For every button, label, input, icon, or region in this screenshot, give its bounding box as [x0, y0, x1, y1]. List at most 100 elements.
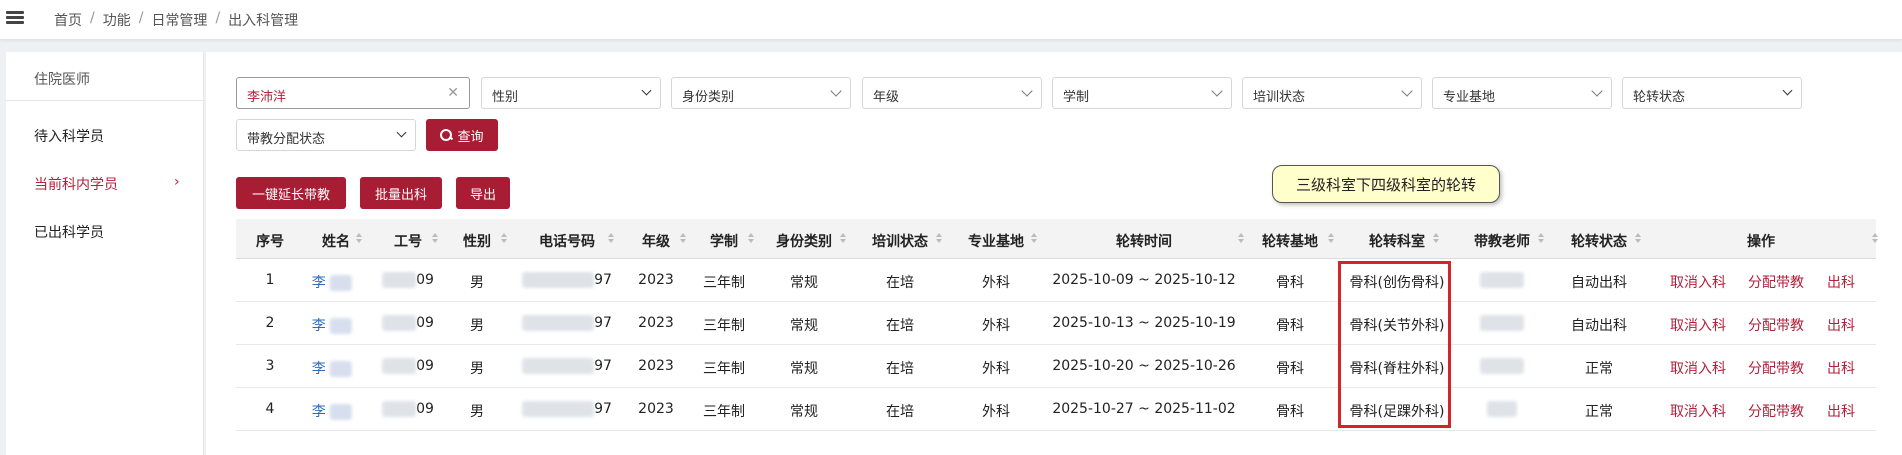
assign-teacher-link[interactable]: 分配带教 [1748, 272, 1804, 292]
cancel-entry-link[interactable]: 取消入科 [1670, 358, 1726, 378]
sort-icon[interactable] [608, 233, 614, 245]
cell-name[interactable]: 李 [312, 358, 353, 378]
col-dept[interactable]: 轮转科室 [1369, 231, 1425, 251]
sidebar-item-pending[interactable]: 待入科学员 [34, 126, 104, 146]
col-status[interactable]: 轮转状态 [1571, 231, 1627, 251]
grade-select[interactable]: 年级 [862, 77, 1042, 109]
assign-teacher-link[interactable]: 分配带教 [1748, 358, 1804, 378]
cell-emp-no: 09 [382, 401, 434, 417]
name-text: 李 [311, 275, 326, 291]
cell-phone: 97 [522, 272, 612, 288]
sort-icon[interactable] [748, 233, 754, 245]
cancel-entry-link[interactable]: 取消入科 [1670, 401, 1726, 421]
identity-select-value: 身份类别 [682, 90, 735, 105]
cell-rot-base: 骨科 [1276, 404, 1304, 420]
assign-teacher-link[interactable]: 分配带教 [1748, 401, 1804, 421]
sort-icon[interactable] [1433, 233, 1439, 245]
col-gender[interactable]: 性别 [463, 231, 491, 251]
cell-training: 在培 [886, 275, 914, 291]
cell-name[interactable]: 李 [311, 272, 353, 292]
redacted-emp-no [382, 315, 417, 331]
col-identity[interactable]: 身份类别 [776, 231, 832, 251]
col-no[interactable]: 序号 [256, 231, 284, 251]
exit-dept-link[interactable]: 出科 [1827, 401, 1855, 421]
rotation-status-select[interactable]: 轮转状态 [1622, 77, 1802, 109]
chevron-down-icon [1211, 85, 1223, 97]
sort-icon[interactable] [432, 233, 438, 245]
cell-name[interactable]: 李 [312, 315, 353, 335]
cell-system: 三年制 [703, 275, 745, 291]
cell-emp-no: 09 [382, 358, 434, 374]
identity-type-select[interactable]: 身份类别 [671, 77, 851, 109]
menu-icon[interactable] [6, 9, 24, 25]
rotation-status-select-value: 轮转状态 [1633, 90, 1686, 105]
sidebar-item-current[interactable]: 当前科内学员 › [34, 174, 180, 194]
cell-base: 外科 [982, 318, 1010, 334]
teacher-assign-select-value: 带教分配状态 [247, 132, 326, 147]
sidebar-item-label: 已出科学员 [34, 225, 104, 241]
cell-base: 外科 [982, 275, 1010, 291]
col-emp-no[interactable]: 工号 [394, 231, 422, 251]
col-system[interactable]: 学制 [710, 231, 738, 251]
cell-period: 2025-10-20 ~ 2025-10-26 [1052, 358, 1236, 374]
sort-icon[interactable] [1872, 233, 1878, 245]
sort-icon[interactable] [680, 233, 686, 245]
batch-exit-button-label: 批量出科 [374, 187, 427, 203]
clear-icon[interactable]: ✕ [447, 85, 459, 101]
training-status-select[interactable]: 培训状态 [1242, 77, 1422, 109]
redacted-name [330, 275, 353, 291]
col-period[interactable]: 轮转时间 [1116, 231, 1172, 251]
export-button[interactable]: 导出 [456, 177, 510, 209]
table-row: 4 李 09 男 97 2023 三年制 常规 在培 外科 2025-10-27… [236, 388, 1876, 431]
sort-icon[interactable] [356, 233, 362, 245]
base-select[interactable]: 专业基地 [1432, 77, 1612, 109]
exit-dept-link[interactable]: 出科 [1827, 315, 1855, 335]
query-button[interactable]: 查询 [426, 119, 498, 151]
name-search-input[interactable]: 李沛洋 ✕ [236, 77, 470, 109]
assign-teacher-link[interactable]: 分配带教 [1748, 315, 1804, 335]
cell-name[interactable]: 李 [312, 401, 353, 421]
sort-icon[interactable] [840, 233, 846, 245]
col-base[interactable]: 专业基地 [968, 231, 1024, 251]
cancel-entry-link[interactable]: 取消入科 [1670, 315, 1726, 335]
cell-rot-base: 骨科 [1276, 361, 1304, 377]
extend-teaching-button[interactable]: 一键延长带教 [236, 177, 346, 209]
cell-gender: 男 [470, 318, 484, 334]
sort-icon[interactable] [1328, 233, 1334, 245]
breadcrumb-function[interactable]: 功能 [103, 10, 131, 30]
col-name[interactable]: 姓名 [322, 231, 350, 251]
gender-select[interactable]: 性别 [481, 77, 661, 109]
batch-exit-button[interactable]: 批量出科 [360, 177, 442, 209]
exit-dept-link[interactable]: 出科 [1827, 358, 1855, 378]
col-phone[interactable]: 电话号码 [539, 231, 595, 251]
chevron-right-icon: › [174, 174, 180, 190]
sidebar-item-exited[interactable]: 已出科学员 [34, 222, 104, 242]
sort-icon[interactable] [1031, 233, 1037, 245]
sort-icon[interactable] [501, 233, 507, 245]
study-system-select[interactable]: 学制 [1052, 77, 1232, 109]
sort-icon[interactable] [1635, 233, 1641, 245]
cell-grade: 2023 [638, 315, 674, 331]
cell-phone: 97 [522, 401, 612, 417]
breadcrumb-home[interactable]: 首页 [54, 10, 82, 30]
gender-select-value: 性别 [492, 90, 519, 105]
phone-text: 97 [594, 315, 612, 331]
top-bar: 首页 / 功能 / 日常管理 / 出入科管理 [0, 0, 1902, 40]
table-row: 3 李 09 男 97 2023 三年制 常规 在培 外科 2025-10-20… [236, 345, 1876, 388]
cancel-entry-link[interactable]: 取消入科 [1670, 272, 1726, 292]
redacted-phone [522, 358, 595, 374]
redacted-phone [522, 272, 595, 288]
sort-icon[interactable] [936, 233, 942, 245]
teacher-assign-status-select[interactable]: 带教分配状态 [236, 119, 416, 151]
chevron-down-icon [1021, 85, 1033, 97]
col-teacher[interactable]: 带教老师 [1474, 231, 1530, 251]
breadcrumb-daily[interactable]: 日常管理 [151, 10, 207, 30]
table-row: 1 李 09 男 97 2023 三年制 常规 在培 外科 2025-10-09… [236, 259, 1876, 302]
sort-icon[interactable] [1538, 233, 1544, 245]
col-rot-base[interactable]: 轮转基地 [1262, 231, 1318, 251]
sort-icon[interactable] [1238, 233, 1244, 245]
grade-select-value: 年级 [873, 90, 900, 105]
col-grade[interactable]: 年级 [642, 231, 670, 251]
exit-dept-link[interactable]: 出科 [1827, 272, 1855, 292]
col-training[interactable]: 培训状态 [872, 231, 928, 251]
